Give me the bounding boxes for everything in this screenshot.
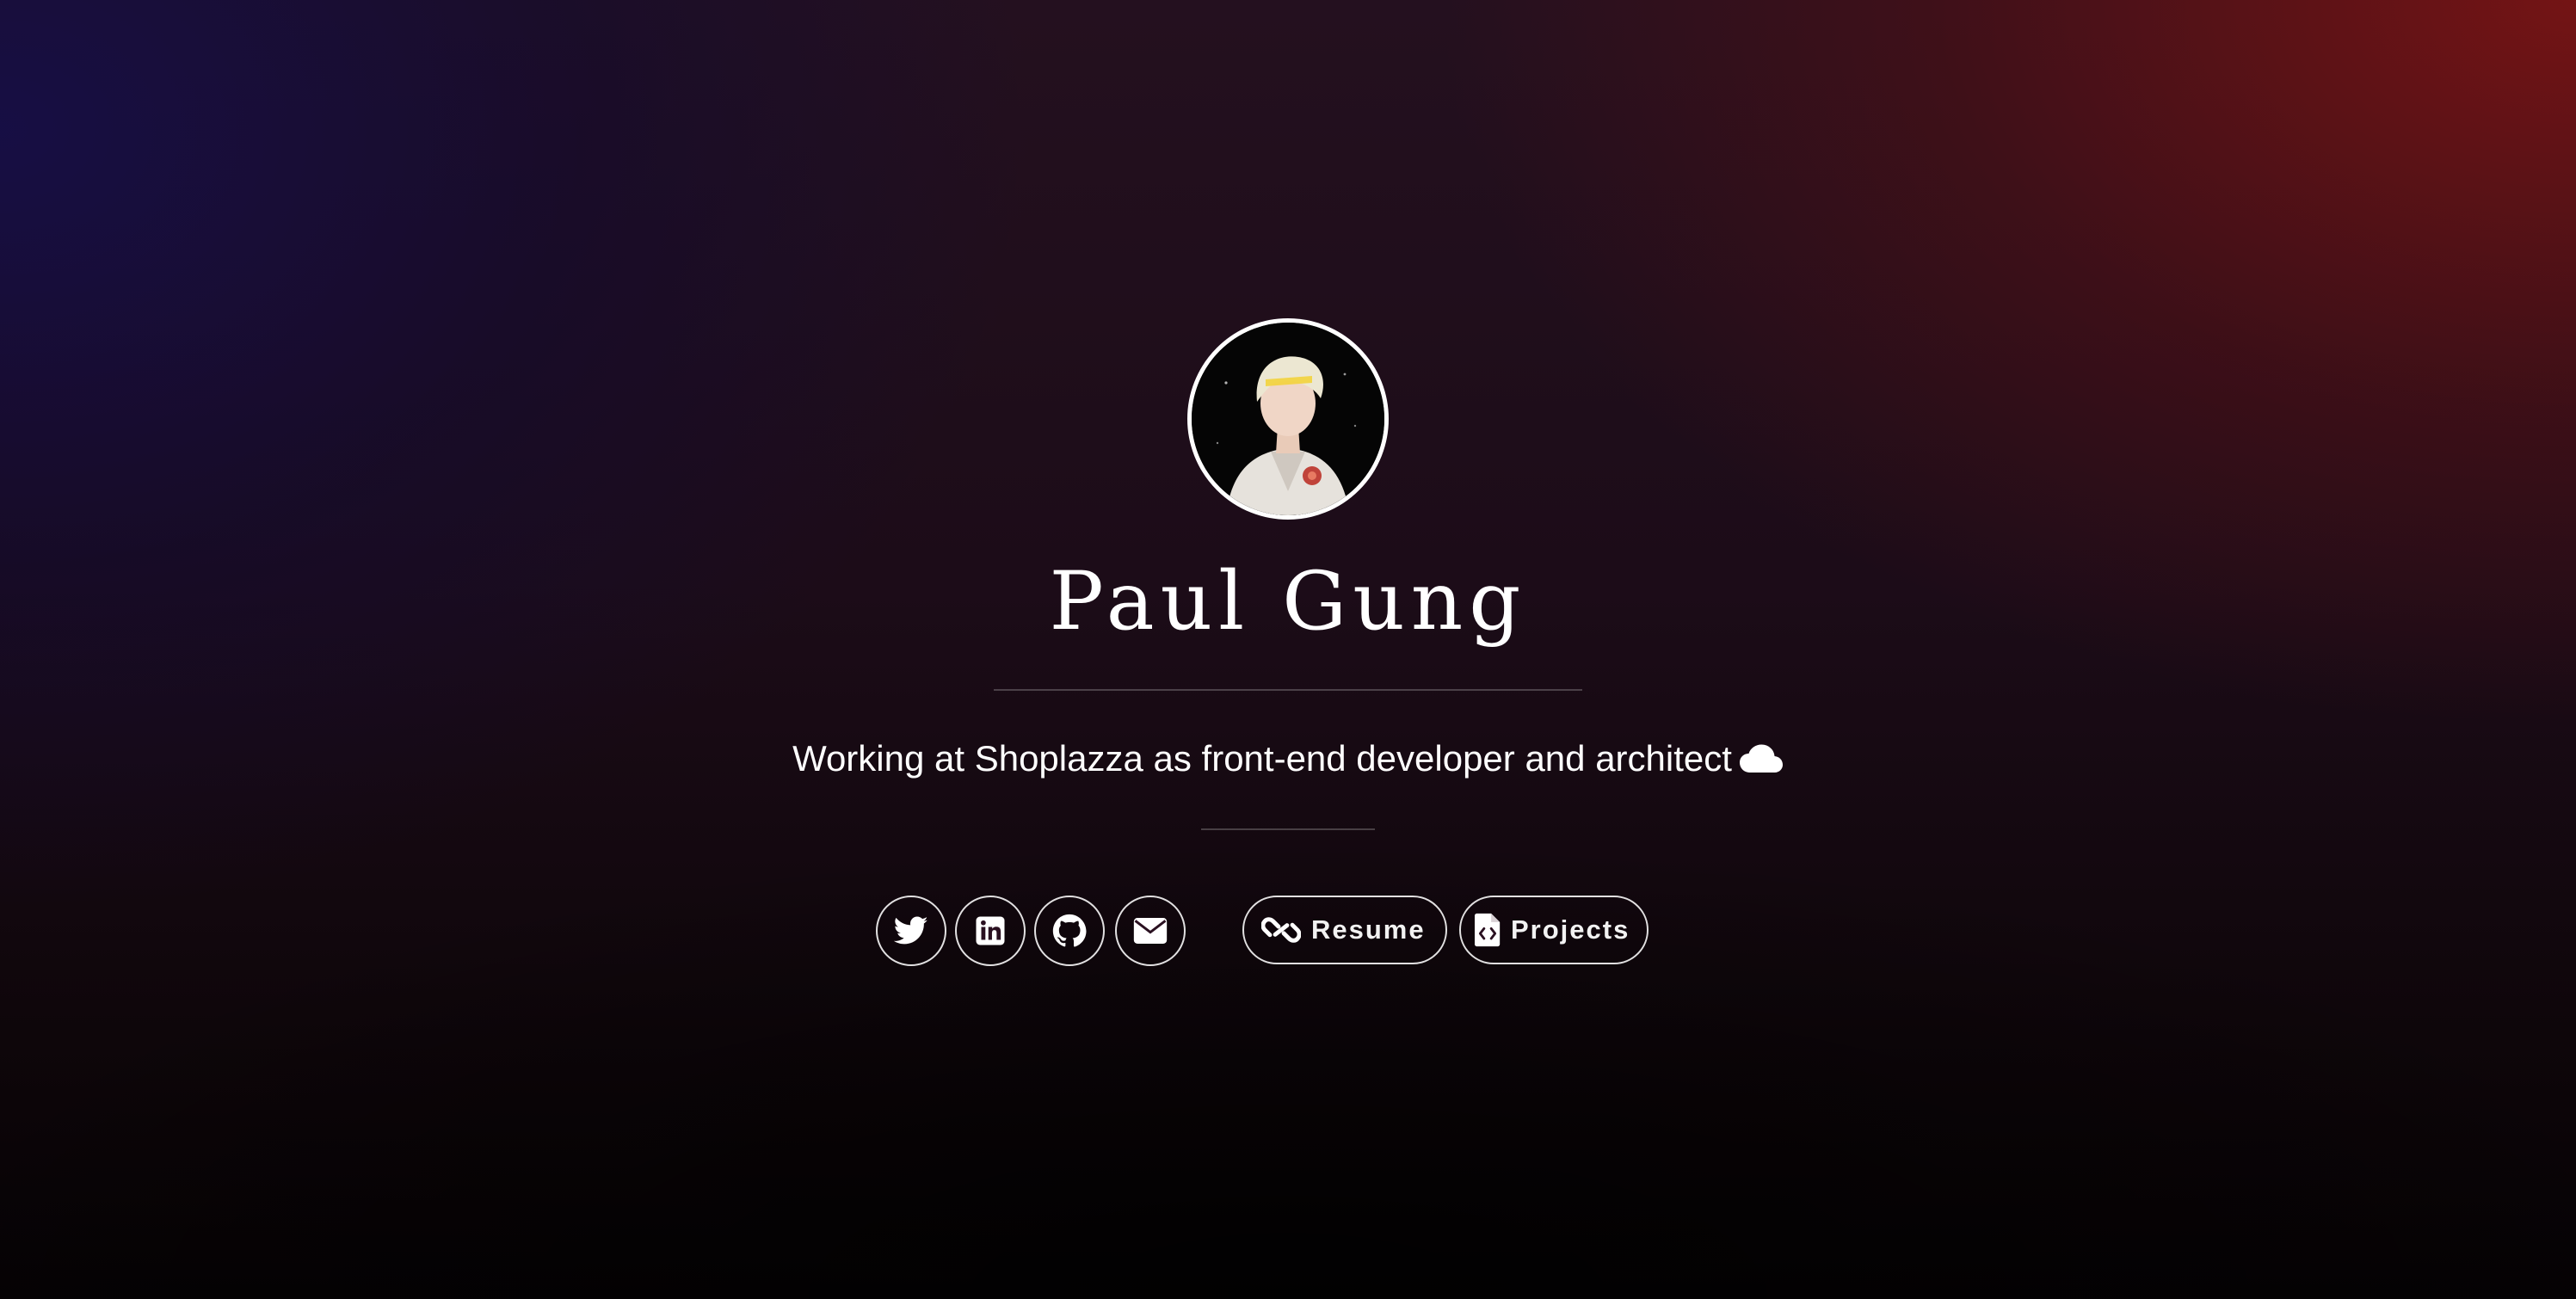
resume-button[interactable]: Resume <box>1242 896 1447 964</box>
email-button[interactable] <box>1115 896 1186 966</box>
envelope-icon <box>1133 918 1168 944</box>
link-icon <box>1261 914 1301 946</box>
profile-tagline: Working at Shoplazza as front-end develo… <box>0 733 2576 785</box>
linkedin-button[interactable] <box>955 896 1026 966</box>
avatar <box>1187 318 1389 520</box>
avatar-illustration <box>1192 323 1384 515</box>
github-button[interactable] <box>1034 896 1105 966</box>
github-icon <box>1052 914 1087 947</box>
file-code-icon <box>1475 913 1501 947</box>
resume-label: Resume <box>1311 914 1426 945</box>
tagline-text: Working at Shoplazza as front-end develo… <box>792 738 1732 779</box>
projects-button[interactable]: Projects <box>1459 896 1649 964</box>
linkedin-icon <box>976 916 1005 945</box>
divider-bottom <box>1201 828 1375 830</box>
projects-label: Projects <box>1511 914 1630 945</box>
cloud-icon <box>1739 744 1783 773</box>
twitter-icon <box>894 916 928 945</box>
divider-top <box>994 689 1582 691</box>
twitter-button[interactable] <box>876 896 946 966</box>
profile-name: Paul Gung <box>1049 555 1527 649</box>
